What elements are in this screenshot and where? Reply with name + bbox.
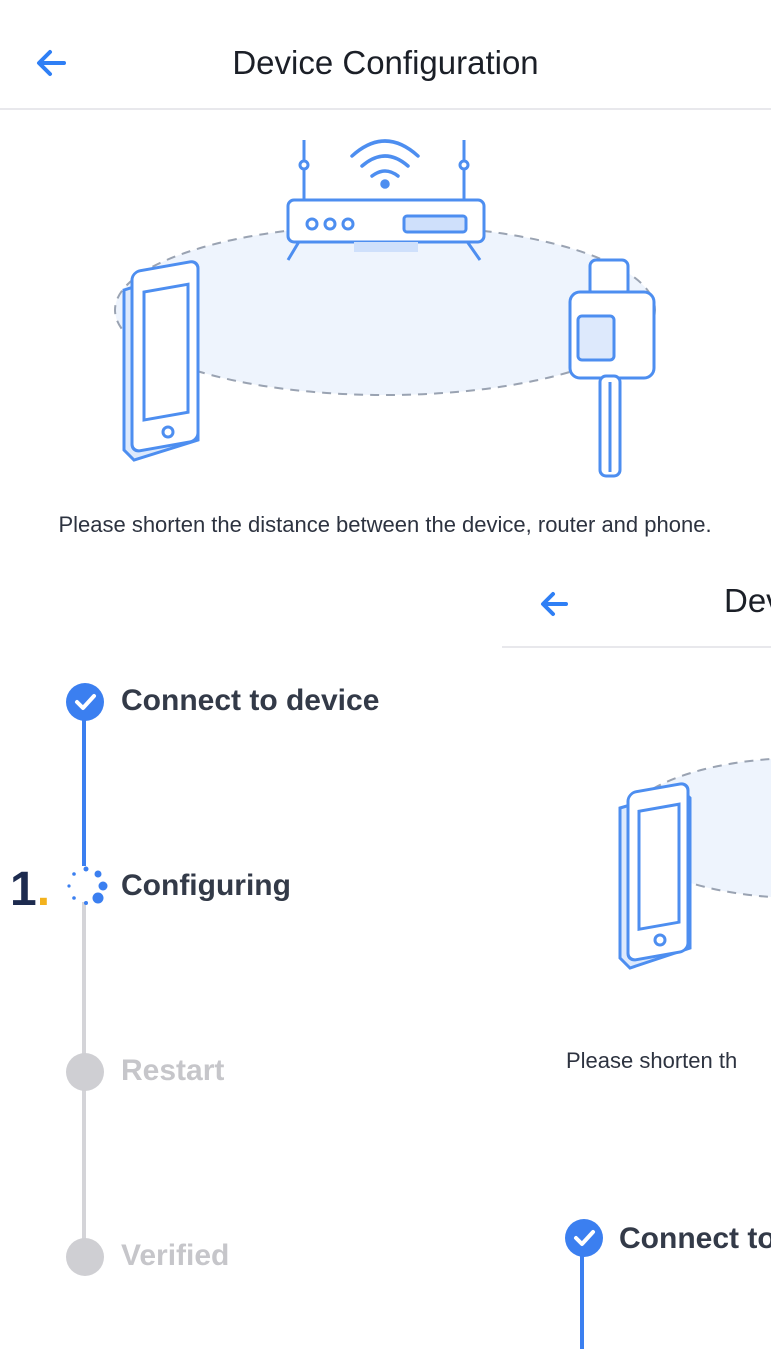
pending-dot bbox=[66, 1238, 104, 1276]
overlay-screenshot: Dev Please shorten th Connect to bbox=[502, 568, 771, 1349]
phone-icon bbox=[618, 782, 692, 970]
check-icon bbox=[66, 683, 104, 721]
overlay-back-button[interactable] bbox=[536, 586, 576, 622]
annotation-marker: 1. bbox=[10, 862, 50, 917]
overlay-step-connector bbox=[580, 1254, 584, 1349]
pending-dot bbox=[66, 1053, 104, 1091]
distance-hint: Please shorten the distance between the … bbox=[58, 512, 712, 537]
step-connector-done bbox=[82, 718, 86, 866]
header: Device Configuration bbox=[0, 0, 771, 110]
overlay-title: Dev bbox=[724, 582, 771, 619]
illustration bbox=[114, 139, 656, 478]
overlay-illustration bbox=[618, 758, 771, 970]
marker-number: 1 bbox=[10, 863, 37, 916]
step-label: Verified bbox=[121, 1239, 230, 1272]
router-icon bbox=[286, 140, 486, 261]
wifi-icon bbox=[350, 139, 420, 189]
step-label: Restart bbox=[121, 1054, 225, 1087]
step-label: Connect to device bbox=[121, 684, 380, 717]
device-icon bbox=[568, 258, 656, 478]
check-icon bbox=[565, 1219, 603, 1257]
spinner-icon bbox=[67, 866, 108, 905]
phone-icon bbox=[122, 260, 200, 462]
back-arrow-icon bbox=[541, 592, 568, 616]
overlay-header: Dev bbox=[502, 568, 771, 648]
device-configuration-screen: Device Configuration Please shorten the … bbox=[0, 0, 771, 1349]
overlay-hint: Please shorten th bbox=[566, 1048, 738, 1073]
step-label: Configuring bbox=[121, 869, 291, 902]
overlay-step-label: Connect to bbox=[619, 1222, 771, 1255]
page-title: Device Configuration bbox=[232, 44, 539, 81]
marker-dot: . bbox=[36, 863, 51, 916]
